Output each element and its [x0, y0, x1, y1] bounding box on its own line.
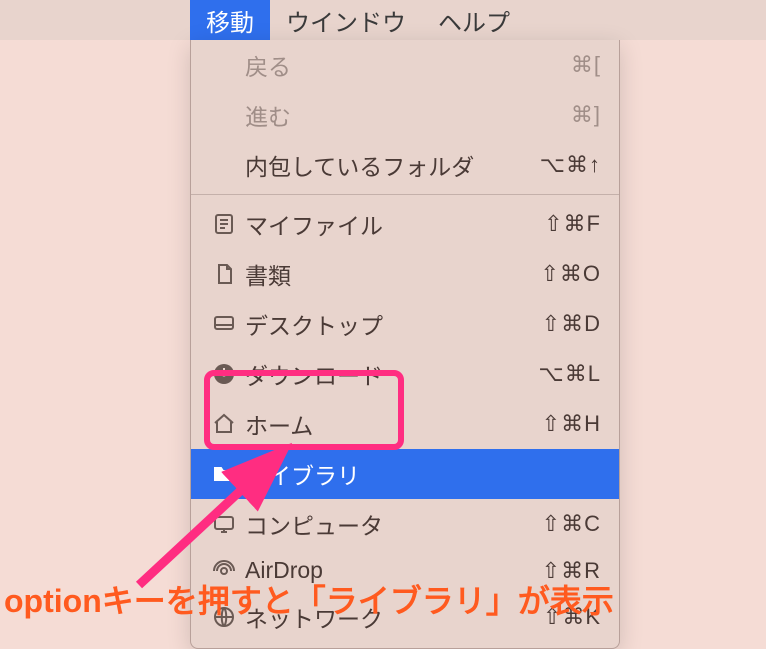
menu-item-enclosing-folder[interactable]: 内包しているフォルダ ⌥⌘↑ — [191, 140, 619, 190]
menu-item-shortcut: ⇧⌘H — [542, 411, 601, 437]
network-icon — [209, 605, 239, 629]
computer-icon — [209, 512, 239, 536]
menu-item-forward: 進む ⌘] — [191, 90, 619, 140]
menu-item-home[interactable]: ホーム ⇧⌘H — [191, 399, 619, 449]
menu-item-label: 戻る — [245, 48, 571, 82]
menu-item-library[interactable]: ライブラリ — [191, 449, 619, 499]
menu-item-shortcut: ⇧⌘C — [542, 511, 601, 537]
folder-icon — [209, 462, 239, 486]
menu-item-label: マイファイル — [245, 207, 544, 241]
desktop-icon — [209, 312, 239, 336]
menu-item-shortcut: ⌘] — [571, 102, 601, 128]
menu-item-shortcut: ⇧⌘R — [542, 558, 601, 584]
menu-item-label: ネットワーク — [245, 600, 543, 634]
menubar: 移動 ウインドウ ヘルプ — [0, 0, 766, 40]
menu-item-label: AirDrop — [245, 557, 542, 584]
menubar-item-help[interactable]: ヘルプ — [422, 0, 526, 44]
menu-item-computer[interactable]: コンピュータ ⇧⌘C — [191, 499, 619, 549]
menu-item-documents[interactable]: 書類 ⇧⌘O — [191, 249, 619, 299]
home-icon — [209, 412, 239, 436]
airdrop-icon — [209, 559, 239, 583]
menu-item-label: デスクトップ — [245, 307, 542, 341]
menubar-item-window[interactable]: ウインドウ — [270, 0, 422, 44]
menu-separator — [191, 194, 619, 195]
myfiles-icon — [209, 212, 239, 236]
menu-item-shortcut: ⌥⌘L — [538, 361, 601, 387]
menu-item-label: 内包しているフォルダ — [245, 148, 540, 182]
documents-icon — [209, 262, 239, 286]
menubar-item-go[interactable]: 移動 — [190, 0, 270, 44]
menu-item-myfiles[interactable]: マイファイル ⇧⌘F — [191, 199, 619, 249]
menu-item-back: 戻る ⌘[ — [191, 40, 619, 90]
menu-item-label: ライブラリ — [245, 457, 601, 491]
menu-item-shortcut: ⇧⌘D — [542, 311, 601, 337]
menu-item-shortcut: ⇧⌘K — [543, 604, 601, 630]
menu-item-network[interactable]: ネットワーク ⇧⌘K — [191, 592, 619, 642]
menu-item-airdrop[interactable]: AirDrop ⇧⌘R — [191, 549, 619, 592]
menu-item-shortcut: ⇧⌘O — [540, 261, 601, 287]
menu-item-shortcut: ⌘[ — [571, 52, 601, 78]
menu-item-label: ホーム — [245, 407, 542, 441]
menu-item-shortcut: ⇧⌘F — [544, 211, 601, 237]
menu-item-label: コンピュータ — [245, 507, 542, 541]
go-menu-dropdown: 戻る ⌘[ 進む ⌘] 内包しているフォルダ ⌥⌘↑ マイファイル ⇧⌘F 書類… — [190, 40, 620, 649]
menu-item-downloads[interactable]: ダウンロード ⌥⌘L — [191, 349, 619, 399]
menu-item-desktop[interactable]: デスクトップ ⇧⌘D — [191, 299, 619, 349]
menu-item-label: ダウンロード — [245, 357, 538, 391]
menu-item-label: 進む — [245, 98, 571, 132]
menu-item-shortcut: ⌥⌘↑ — [540, 152, 601, 178]
downloads-icon — [209, 362, 239, 386]
menu-item-label: 書類 — [245, 257, 540, 291]
